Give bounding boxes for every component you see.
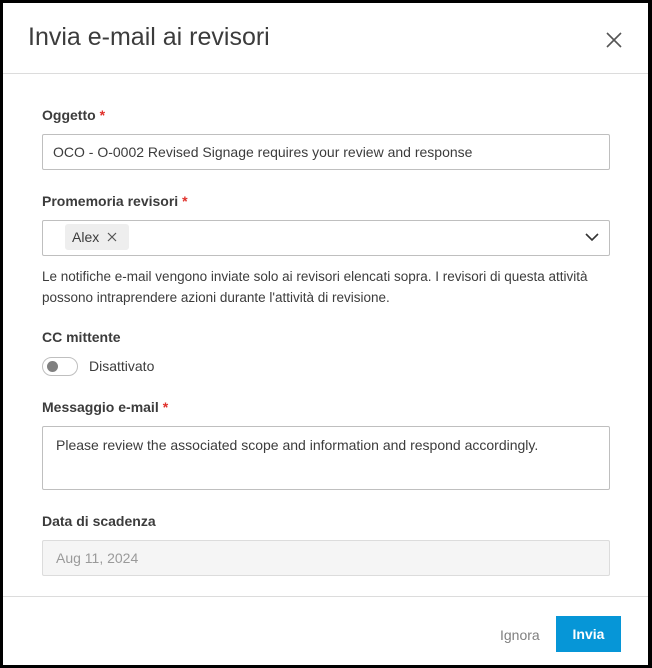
send-button[interactable]: Invia [556,616,621,652]
chevron-down-icon[interactable] [585,233,599,242]
ignore-button[interactable]: Ignora [500,627,540,643]
reviewers-help-text: Le notifiche e-mail vengono inviate solo… [42,269,588,305]
reviewers-label: Promemoria revisori * [42,193,188,209]
header-divider [3,73,648,74]
close-icon[interactable] [603,29,625,51]
toggle-knob [47,361,58,372]
cc-sender-label: CC mittente [42,329,121,345]
dialog-title: Invia e-mail ai revisori [28,23,270,51]
send-email-dialog: Invia e-mail ai revisori Oggetto * OCO - … [3,3,648,665]
message-textarea[interactable]: Please review the associated scope and i… [42,426,610,490]
reviewer-chip: Alex [65,224,130,250]
cc-sender-state: Disattivato [89,358,155,374]
subject-input[interactable]: OCO - O-0002 Revised Signage requires yo… [42,134,610,170]
footer-divider [3,596,648,597]
remove-chip-icon[interactable] [107,232,117,242]
cc-sender-toggle[interactable] [42,357,78,376]
reviewer-chip-label: Alex [72,229,100,245]
subject-label: Oggetto * [42,107,106,123]
due-date-label: Data di scadenza [42,513,156,529]
message-label: Messaggio e-mail * [42,399,169,415]
due-date-input: Aug 11, 2024 [42,540,610,576]
reviewers-select[interactable]: Alex [42,220,610,256]
